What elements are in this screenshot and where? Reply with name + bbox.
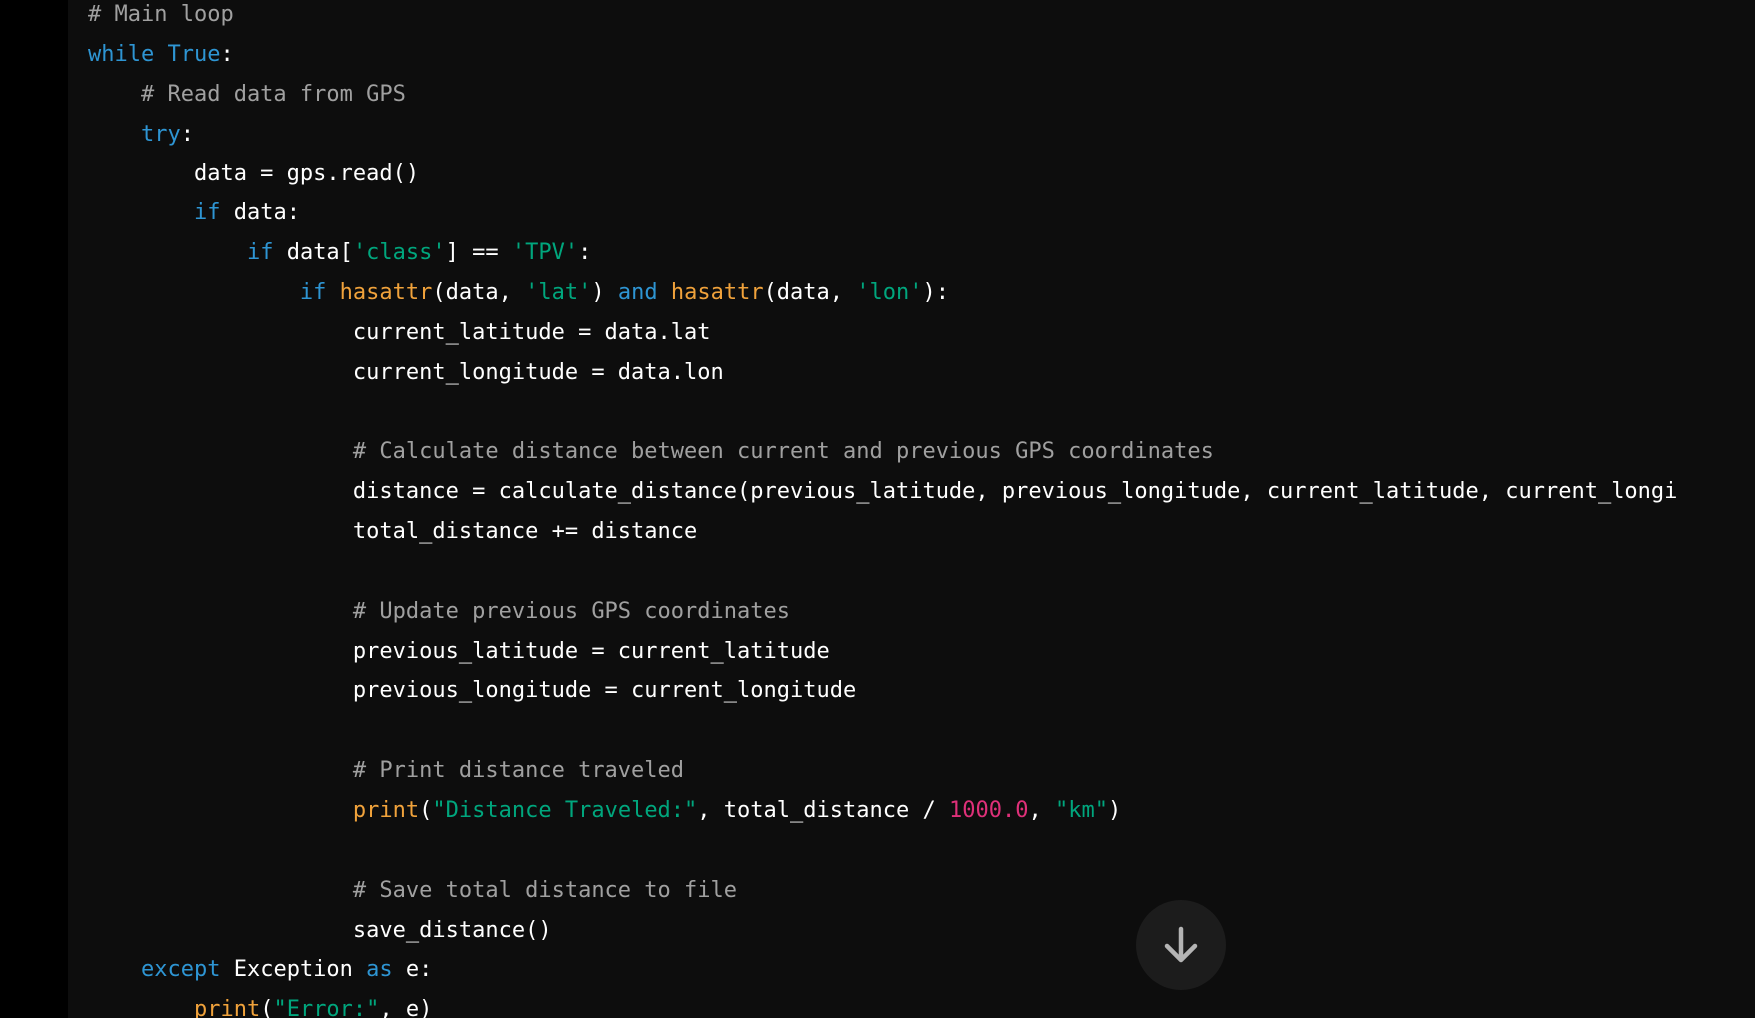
code-line: # Main loop <box>88 0 234 30</box>
code-token: ( <box>419 798 433 823</box>
code-token: # Update previous GPS coordinates <box>88 599 790 624</box>
code-token: 'TPV' <box>511 240 579 265</box>
code-token: "Error:" <box>273 997 380 1018</box>
code-token: print <box>352 798 420 823</box>
code-content: # Main loop while True: # Read data from… <box>88 0 1677 1018</box>
code-token: hasattr <box>339 280 433 305</box>
code-token: save_distance() <box>88 918 552 943</box>
code-block: # Main loop while True: # Read data from… <box>68 0 1755 1018</box>
code-token: : <box>578 240 592 265</box>
code-token: "Distance Traveled:" <box>432 798 698 823</box>
code-token: True <box>167 42 221 67</box>
code-token: , <box>1028 798 1055 823</box>
code-token: and <box>617 280 658 305</box>
code-token: : <box>180 122 194 147</box>
code-line: # Read data from GPS <box>88 80 406 110</box>
code-token: ) <box>1107 798 1122 823</box>
code-token: except <box>140 957 221 982</box>
code-token: ] == <box>445 240 512 265</box>
code-token: while <box>88 42 155 67</box>
code-line: while True: <box>88 40 234 70</box>
code-line: previous_latitude = current_latitude <box>88 637 830 667</box>
code-token: # Save total distance to file <box>88 878 738 903</box>
code-token: ) <box>591 280 618 305</box>
code-token: , total_distance / <box>697 798 949 823</box>
code-line: # Calculate distance between current and… <box>88 437 1214 467</box>
code-token: data = gps.read() <box>88 161 420 186</box>
code-token: try <box>140 122 181 147</box>
code-token: previous_longitude = current_longitude <box>88 678 857 703</box>
code-token: data[ <box>273 240 353 265</box>
code-token: hasattr <box>670 280 764 305</box>
code-token: 1000.0 <box>948 798 1029 823</box>
code-token: # Calculate distance between current and… <box>88 439 1214 464</box>
code-token: e: <box>392 957 433 982</box>
code-token: : <box>220 42 234 67</box>
code-line: if data: <box>88 198 300 228</box>
code-line: total_distance += distance <box>88 517 697 547</box>
code-line: current_latitude = data.lat <box>88 318 711 348</box>
code-token: if <box>193 200 221 225</box>
code-token: (data, <box>763 280 857 305</box>
code-token: if <box>246 240 274 265</box>
code-token: current_longitude = data.lon <box>88 360 724 385</box>
code-token: , e) <box>379 997 433 1018</box>
code-token: current_latitude = data.lat <box>88 320 711 345</box>
arrow-down-icon <box>1164 926 1198 963</box>
code-token: (data, <box>432 280 526 305</box>
code-line: # Update previous GPS coordinates <box>88 597 790 627</box>
scroll-to-bottom-button[interactable] <box>1136 900 1226 990</box>
code-line: data = gps.read() <box>88 159 419 189</box>
code-line: except Exception as e: <box>88 955 432 985</box>
code-token: 'lat' <box>525 280 592 305</box>
code-token: if <box>299 280 327 305</box>
code-token: # Read data from GPS <box>88 82 406 107</box>
code-line: previous_longitude = current_longitude <box>88 676 856 706</box>
page: # Main loop while True: # Read data from… <box>0 0 1755 1018</box>
code-line: print("Error:", e) <box>88 995 432 1018</box>
code-line: if hasattr(data, 'lat') and hasattr(data… <box>88 278 949 308</box>
code-line: # Print distance traveled <box>88 756 684 786</box>
code-line: # Save total distance to file <box>88 876 737 906</box>
code-token: Exception <box>220 957 367 982</box>
code-line: save_distance() <box>88 916 552 946</box>
code-token: as <box>366 957 393 982</box>
code-line: print("Distance Traveled:", total_distan… <box>88 796 1121 826</box>
code-token: "km" <box>1054 798 1108 823</box>
code-token: 'lon' <box>856 280 923 305</box>
code-line: try: <box>88 120 194 150</box>
code-token: ( <box>260 997 274 1018</box>
code-token: ): <box>922 280 950 305</box>
code-line: current_longitude = data.lon <box>88 358 724 388</box>
code-token: data: <box>220 200 300 225</box>
code-line: distance = calculate_distance(previous_l… <box>88 477 1678 507</box>
code-line: if data['class'] == 'TPV': <box>88 238 591 268</box>
code-token: # Print distance traveled <box>88 758 685 783</box>
code-token: # Main loop <box>88 2 234 27</box>
code-token: print <box>193 997 261 1018</box>
code-token: 'class' <box>352 240 446 265</box>
code-token: previous_latitude = current_latitude <box>88 639 830 664</box>
code-token: total_distance += distance <box>88 519 698 544</box>
code-token: distance = calculate_distance(previous_l… <box>88 479 1678 504</box>
